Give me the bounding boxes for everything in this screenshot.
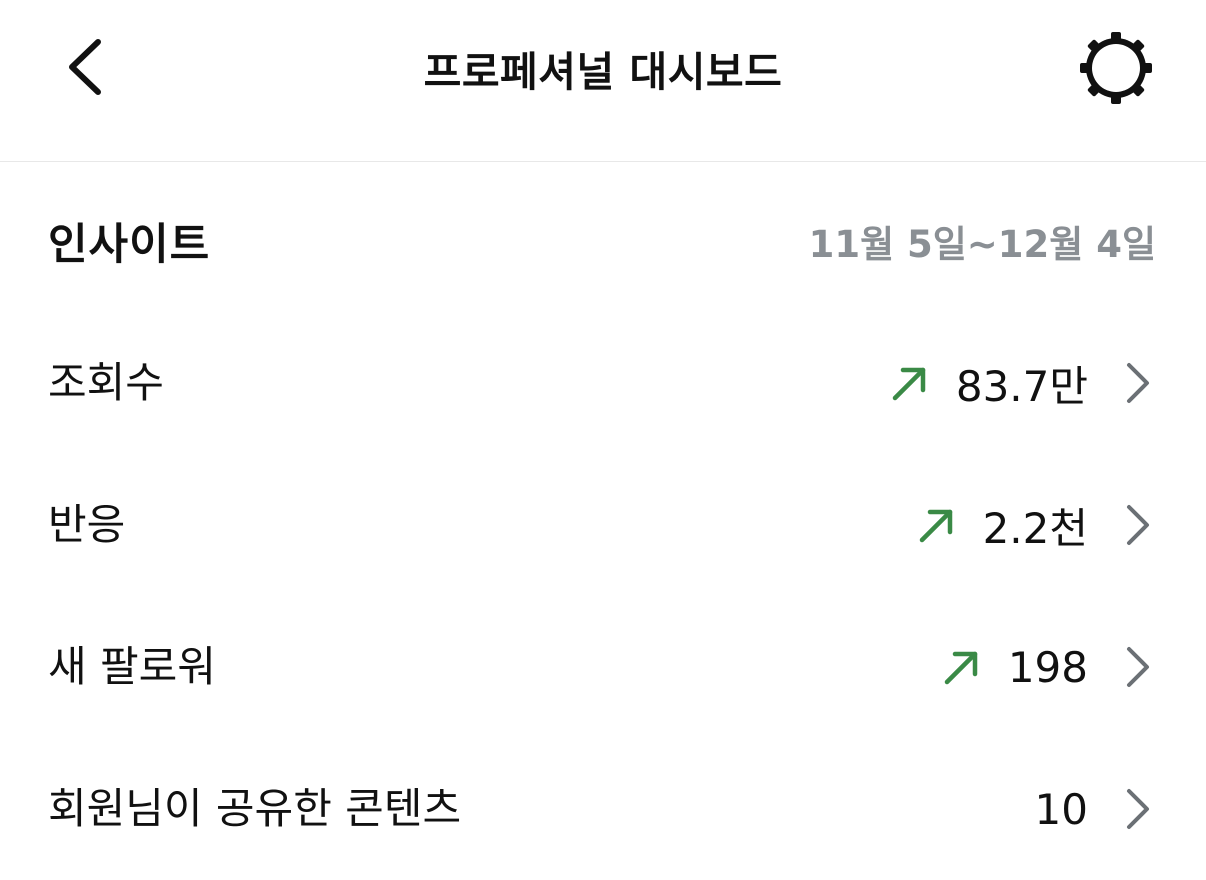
trend-up-icon: [919, 509, 952, 543]
page-title: 프로페셔널 대시보드: [423, 48, 783, 96]
row-value: 2.2천: [982, 503, 1088, 553]
gear-icon: [1080, 32, 1152, 104]
chevron-right-icon: [1127, 505, 1149, 545]
date-range: 11월 5일~12월 4일: [808, 223, 1156, 266]
insight-row-views[interactable]: 조회수 83.7만: [0, 312, 1206, 454]
trend-up-icon: [944, 651, 978, 685]
row-label: 조회수: [48, 358, 164, 407]
chevron-right-icon: [1127, 789, 1149, 829]
insight-row-reactions[interactable]: 반응 2.2천: [0, 454, 1206, 596]
header-bar: 프로페셔널 대시보드: [0, 0, 1206, 162]
row-value: 10: [1034, 784, 1088, 834]
trend-up-icon: [892, 367, 926, 401]
settings-button[interactable]: [1078, 30, 1154, 106]
row-label: 반응: [48, 500, 126, 549]
insight-row-new-followers[interactable]: 새 팔로워 198: [0, 596, 1206, 738]
chevron-right-icon: [1127, 363, 1149, 403]
insights-header: 인사이트 11월 5일~12월 4일: [0, 162, 1206, 312]
row-label: 새 팔로워: [48, 642, 216, 691]
insight-row-shared-content[interactable]: 회원님이 공유한 콘텐츠 10: [0, 738, 1206, 880]
chevron-right-icon: [1127, 647, 1149, 687]
row-label: 회원님이 공유한 콘텐츠: [48, 784, 462, 833]
row-value: 198: [1007, 642, 1088, 692]
insights-title: 인사이트: [48, 220, 211, 270]
row-value: 83.7만: [955, 361, 1088, 411]
